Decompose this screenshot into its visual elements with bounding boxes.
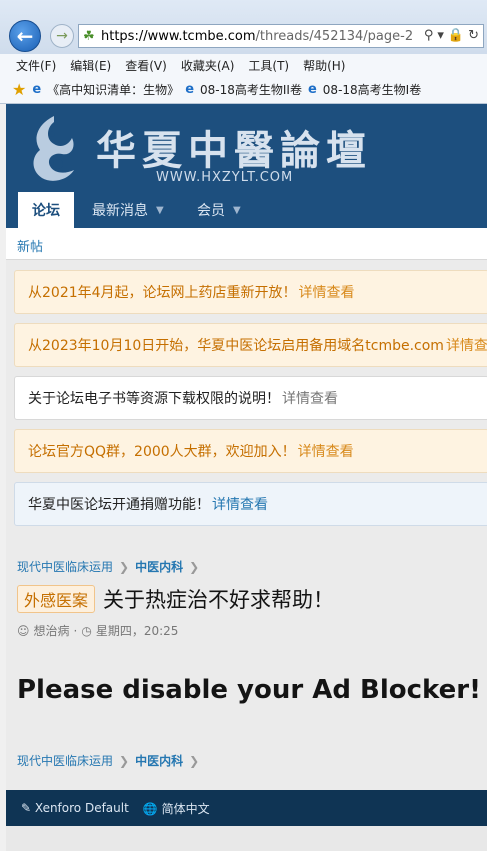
notice-more-link[interactable]: 详情查看 (446, 335, 487, 355)
menu-help[interactable]: 帮助(H) (303, 57, 345, 74)
notice-text: 从2021年4月起，论坛网上药店重新开放！ (28, 285, 297, 301)
breadcrumb-item[interactable]: 中医内科 (135, 752, 183, 769)
globe-icon: 🌐 (142, 801, 158, 816)
notice-text: 从2023年10月10日开始，华夏中医论坛启用备用域名tcmbe.com (28, 338, 444, 354)
chevron-down-icon[interactable]: ▼ (233, 205, 241, 216)
tab-latest-label: 最新消息 (92, 203, 148, 219)
chevron-down-icon[interactable]: ▼ (156, 205, 164, 216)
tab-members[interactable]: 会员 ▼ (197, 192, 241, 228)
tab-latest[interactable]: 最新消息 ▼ (92, 192, 164, 228)
thread-author[interactable]: 想治病 (34, 622, 70, 639)
notice-more-link[interactable]: 详情查看 (298, 441, 354, 461)
favorite-link-2[interactable]: 08-18高考生物II卷 (200, 81, 302, 98)
ie-page-icon: e (185, 82, 195, 97)
clock-icon: ◷ (81, 623, 92, 638)
chevron-right-icon: ❯ (119, 559, 130, 574)
forward-button[interactable]: → (50, 24, 74, 48)
meta-separator: · (73, 623, 78, 638)
notice-download: 关于论坛电子书等资源下载权限的说明！ 详情查看 (14, 376, 487, 420)
chevron-right-icon: ❯ (189, 753, 200, 768)
notice-more-link[interactable]: 详情查看 (282, 388, 338, 408)
paint-brush-icon: ✎ (21, 801, 32, 815)
breadcrumb: 现代中医临床运用 ❯ 中医内科 ❯ (17, 558, 199, 575)
ie-page-icon: e (32, 82, 42, 97)
notice-more-link[interactable]: 详情查看 (212, 494, 268, 514)
notice-donation: 华夏中医论坛开通捐赠功能！ 详情查看 (14, 482, 487, 526)
main-nav: 论坛 最新消息 ▼ 会员 ▼ (6, 192, 487, 228)
style-chooser-label: Xenforo Default (34, 801, 129, 815)
notice-domain: 从2023年10月10日开始，华夏中医论坛启用备用域名tcmbe.com详情查看 (14, 323, 487, 367)
language-chooser[interactable]: 🌐 简体中文 (143, 800, 210, 817)
page-title: 关于热症治不好求帮助！ (103, 588, 335, 612)
site-logo-url: WWW.HXZYLT.COM (156, 170, 294, 185)
thread-date[interactable]: 星期四，20:25 (96, 622, 179, 639)
tab-forum[interactable]: 论坛 (18, 192, 74, 228)
menu-edit[interactable]: 编辑(E) (70, 57, 111, 74)
dropdown-icon[interactable]: ▾ (437, 28, 444, 43)
url-scheme: https:// (101, 28, 148, 44)
tab-members-label: 会员 (197, 203, 225, 219)
site-footer: ✎ Xenforo Default 🌐 简体中文 (6, 790, 487, 826)
menu-file[interactable]: 文件(F) (16, 57, 56, 74)
user-icon: ☺ (17, 623, 30, 638)
site-logo-icon[interactable] (28, 114, 80, 184)
favorite-link-3[interactable]: 08-18高考生物Ⅰ卷 (323, 81, 421, 98)
language-chooser-label: 简体中文 (161, 801, 210, 816)
site-logo-title[interactable]: 华夏中醫論壇 (96, 118, 372, 176)
breadcrumb-bottom: 现代中医临床运用 ❯ 中医内科 ❯ (17, 752, 199, 769)
menu-view[interactable]: 查看(V) (125, 57, 167, 74)
chevron-right-icon: ❯ (119, 753, 130, 768)
address-bar[interactable]: ☘ https://www.tcmbe.com/threads/452134/p… (78, 24, 484, 48)
browser-address-row: ← → ☘ https://www.tcmbe.com/threads/4521… (0, 0, 487, 54)
notice-text: 论坛官方QQ群，2000人大群，欢迎加入！ (28, 444, 296, 460)
breadcrumb-item[interactable]: 中医内科 (135, 558, 183, 575)
chevron-right-icon: ❯ (189, 559, 200, 574)
notice-text: 华夏中医论坛开通捐赠功能！ (28, 497, 210, 513)
notice-pharmacy: 从2021年4月起，论坛网上药店重新开放！ 详情查看 (14, 270, 487, 314)
footer-strip (6, 826, 487, 851)
url-host: www.tcmbe.com (147, 28, 256, 44)
notice-more-link[interactable]: 详情查看 (299, 282, 355, 302)
favorites-star-icon[interactable]: ★ (12, 80, 26, 99)
style-chooser[interactable]: ✎ Xenforo Default (21, 801, 129, 815)
notice-text: 关于论坛电子书等资源下载权限的说明！ (28, 391, 280, 407)
breadcrumb-item[interactable]: 现代中医临床运用 (17, 752, 113, 769)
new-posts-link[interactable]: 新帖 (17, 236, 43, 255)
notice-qq-group: 论坛官方QQ群，2000人大群，欢迎加入！ 详情查看 (14, 429, 487, 473)
url-path: /threads/452134/page-2 (255, 28, 414, 44)
refresh-icon[interactable]: ↻ (468, 28, 479, 43)
page-content: 华夏中醫論壇 WWW.HXZYLT.COM 论坛 最新消息 ▼ 会员 ▼ 新帖 从2… (6, 104, 487, 851)
back-button[interactable]: ← (9, 20, 41, 52)
adblock-message: Please disable your Ad Blocker! (17, 675, 481, 705)
thread-title: 外感医案 关于热症治不好求帮助！ (17, 584, 334, 614)
thread-meta: ☺ 想治病 · ◷ 星期四，20:25 (17, 622, 178, 639)
thread-prefix-badge[interactable]: 外感医案 (17, 585, 96, 613)
sub-nav: 新帖 (6, 228, 487, 260)
favorite-link-1[interactable]: 《高中知识清单：生物》 (47, 81, 179, 98)
tab-forum-label: 论坛 (32, 203, 60, 219)
site-favicon-icon: ☘ (83, 28, 95, 44)
menu-tools[interactable]: 工具(T) (248, 57, 289, 74)
site-header: 华夏中醫論壇 WWW.HXZYLT.COM 论坛 最新消息 ▼ 会员 ▼ (6, 104, 487, 228)
search-icon[interactable]: ⚲ (424, 28, 434, 43)
ie-page-icon: e (307, 82, 317, 97)
lock-icon[interactable]: 🔒 (448, 28, 464, 43)
menu-favorites[interactable]: 收藏夹(A) (181, 57, 235, 74)
favorites-bar: ★ e 《高中知识清单：生物》 e 08-18高考生物II卷 e 08-18高考… (0, 76, 487, 104)
breadcrumb-item[interactable]: 现代中医临床运用 (17, 558, 113, 575)
menu-bar: 文件(F) 编辑(E) 查看(V) 收藏夹(A) 工具(T) 帮助(H) (0, 54, 487, 76)
